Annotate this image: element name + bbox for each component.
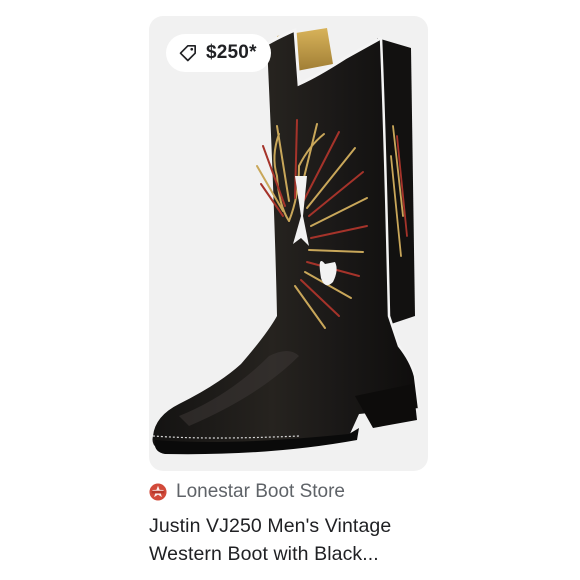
product-image[interactable]: [149, 16, 428, 471]
price-text: $250*: [206, 42, 257, 63]
store-name[interactable]: Lonestar Boot Store: [176, 481, 345, 503]
boot-image: [152, 27, 421, 455]
store-logo-icon: [149, 483, 167, 501]
product-title-line-2[interactable]: Western Boot with Black...: [149, 540, 439, 568]
product-card[interactable]: $250* Lonestar Boot Store Justin VJ250 M…: [0, 0, 580, 580]
store-row[interactable]: Lonestar Boot Store: [149, 478, 345, 506]
product-title-line-1[interactable]: Justin VJ250 Men's Vintage: [149, 512, 439, 540]
price-badge: $250*: [166, 34, 271, 72]
tag-icon: [179, 45, 196, 62]
product-title[interactable]: Justin VJ250 Men's Vintage Western Boot …: [149, 512, 439, 568]
